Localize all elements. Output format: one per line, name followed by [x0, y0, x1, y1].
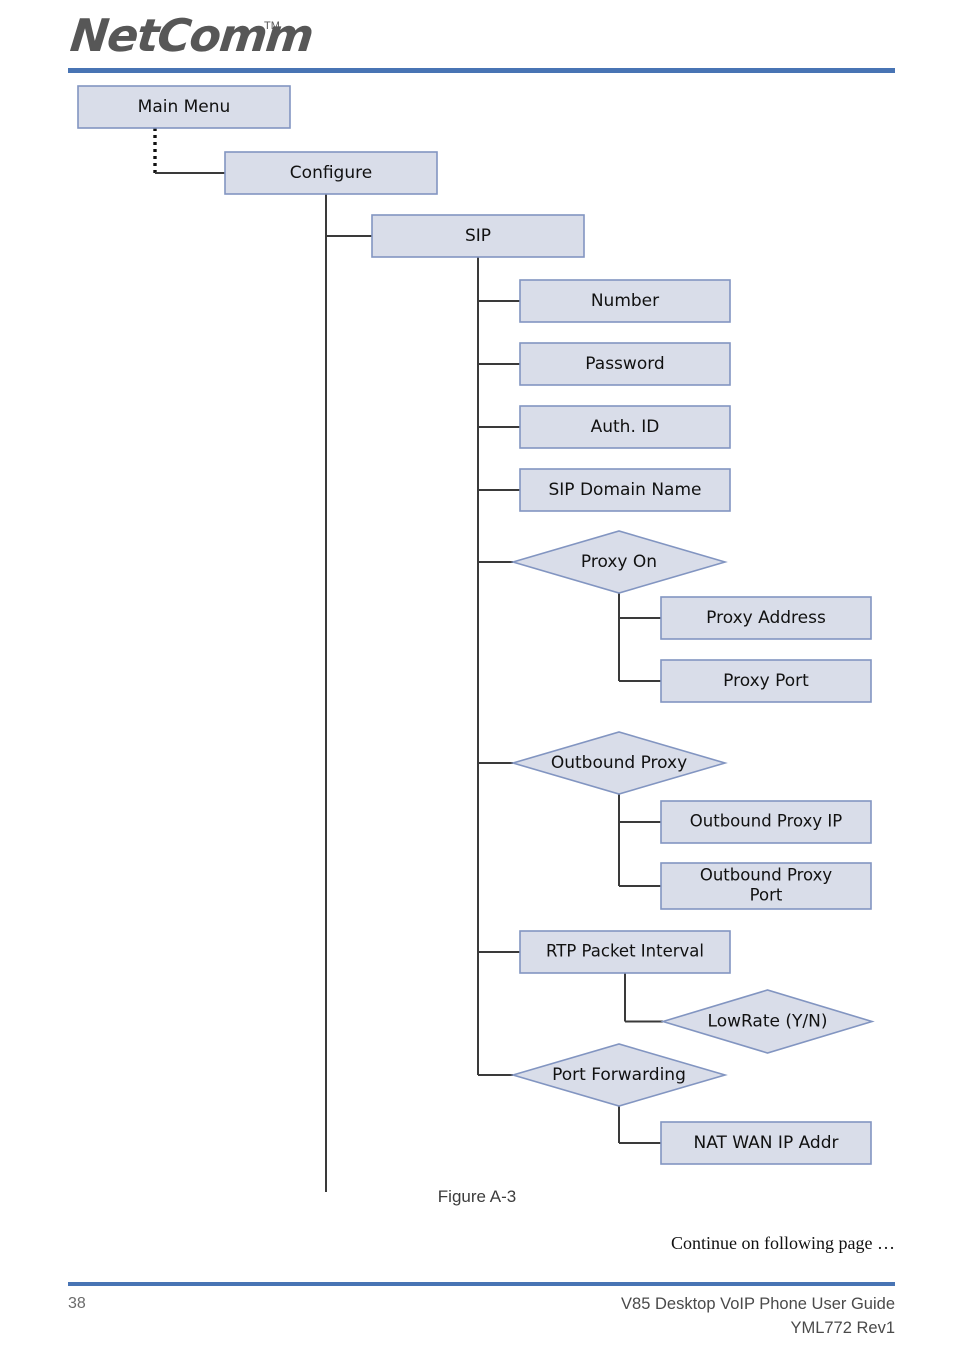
- page-number: 38: [68, 1295, 86, 1312]
- node-main-menu: Main Menu: [77, 85, 291, 129]
- document-revision: YML772 Rev1: [790, 1319, 895, 1337]
- footer-document-info: V85 Desktop VoIP Phone User Guide YML772…: [621, 1292, 895, 1340]
- page-header: NetComm TM: [0, 0, 954, 76]
- node-proxy-port: Proxy Port: [660, 659, 872, 703]
- netcomm-logo: NetComm TM: [68, 9, 315, 63]
- page-footer: 38 V85 Desktop VoIP Phone User Guide YML…: [0, 1282, 954, 1354]
- figure-caption: Figure A-3: [437, 1187, 517, 1206]
- node-proxy-address: Proxy Address: [660, 596, 872, 640]
- node-lowrate: LowRate (Y/N): [660, 989, 875, 1054]
- node-label-proxy-address: Proxy Address: [706, 608, 826, 628]
- node-label-proxy-on: Proxy On: [581, 552, 657, 572]
- node-password: Password: [519, 342, 731, 386]
- node-label-lowrate: LowRate (Y/N): [708, 1012, 828, 1032]
- node-label-sip-domain-name: SIP Domain Name: [549, 480, 702, 500]
- node-configure: Configure: [224, 151, 438, 195]
- node-label-proxy-port: Proxy Port: [723, 671, 809, 691]
- node-nat-wan-ip-addr: NAT WAN IP Addr: [660, 1121, 872, 1165]
- node-port-forwarding: Port Forwarding: [510, 1043, 728, 1107]
- node-label-outbound-proxy-ip: Outbound Proxy IP: [690, 812, 842, 831]
- node-auth-id: Auth. ID: [519, 405, 731, 449]
- footer-divider-rule: [68, 1282, 895, 1286]
- node-label-configure: Configure: [290, 163, 372, 183]
- node-label-password: Password: [585, 354, 664, 374]
- node-sip-domain-name: SIP Domain Name: [519, 468, 731, 512]
- document-title: V85 Desktop VoIP Phone User Guide: [621, 1295, 895, 1313]
- node-label-main-menu: Main Menu: [138, 97, 231, 117]
- menu-tree-diagram: Main Menu Configure SIP Number Password Auth.…: [0, 76, 954, 1206]
- node-label-number: Number: [591, 291, 659, 311]
- node-sip: SIP: [371, 214, 585, 258]
- node-label-rtp-packet-interval: RTP Packet Interval: [546, 942, 704, 961]
- node-label-sip: SIP: [465, 226, 491, 246]
- node-label-port-forwarding: Port Forwarding: [552, 1065, 686, 1085]
- node-number: Number: [519, 279, 731, 323]
- flowchart-canvas: Main Menu Configure SIP Number Password Auth.…: [77, 85, 875, 1192]
- node-label-outbound-proxy-port: Port: [750, 886, 783, 905]
- header-divider-rule: [68, 68, 895, 73]
- node-label-outbound-proxy: Outbound Proxy: [551, 753, 687, 773]
- node-proxy-on: Proxy On: [510, 530, 728, 594]
- node-outbound-proxy: Outbound Proxy: [510, 731, 728, 795]
- node-rtp-packet-interval: RTP Packet Interval: [519, 930, 731, 974]
- node-layer: Main Menu Configure SIP Number Password Auth.…: [77, 85, 875, 1165]
- trademark-symbol: TM: [264, 20, 280, 32]
- node-outbound-proxy-ip: Outbound Proxy IP: [660, 800, 872, 844]
- node-label-nat-wan-ip-addr: NAT WAN IP Addr: [693, 1133, 838, 1153]
- node-label-outbound-proxy-port: Outbound Proxy: [700, 866, 833, 885]
- brand-name-text: NetComm: [67, 9, 316, 62]
- node-label-auth-id: Auth. ID: [591, 417, 660, 437]
- continue-note: Continue on following page …: [671, 1233, 895, 1253]
- node-outbound-proxy-port: Outbound ProxyPort: [660, 862, 872, 910]
